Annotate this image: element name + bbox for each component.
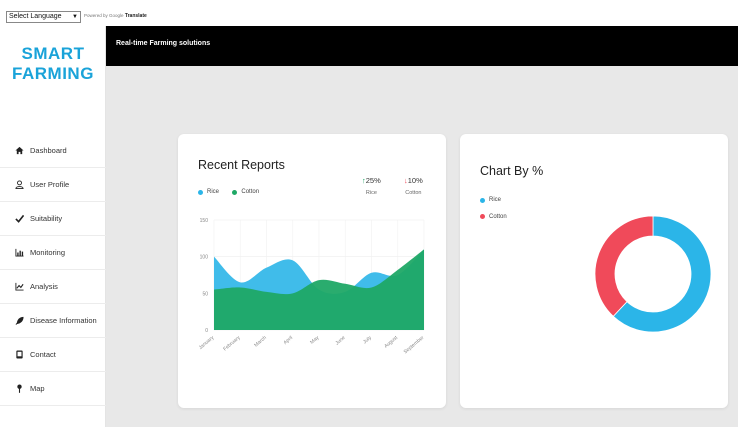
translate-bar: Select Language ▼ Powered by Google Tran… bbox=[0, 0, 738, 26]
sidebar-item-label: Map bbox=[30, 384, 45, 393]
top-bar: Real-time Farming solutions bbox=[106, 26, 738, 66]
chart-by-percent-card: Chart By % Rice Cotton bbox=[460, 134, 728, 408]
x-tick-label: July bbox=[362, 335, 373, 346]
brand-line-2: FARMING bbox=[12, 64, 94, 83]
sidebar-item-analysis[interactable]: Analysis bbox=[0, 270, 106, 304]
user-icon bbox=[14, 180, 25, 189]
y-tick-label: 50 bbox=[202, 291, 208, 297]
powered-by-text: Powered by Google Translate bbox=[84, 13, 147, 19]
sidebar-item-label: User Profile bbox=[30, 180, 70, 189]
x-tick-label: September bbox=[403, 335, 426, 356]
x-tick-label: February bbox=[222, 335, 242, 353]
cotton-slice bbox=[594, 215, 654, 317]
sidebar-item-suitability[interactable]: Suitability bbox=[0, 202, 106, 236]
y-tick-label: 100 bbox=[200, 255, 209, 261]
phone-icon bbox=[14, 350, 25, 359]
sidebar-item-dashboard[interactable]: Dashboard bbox=[0, 134, 106, 168]
sidebar-nav: Dashboard User Profile Suitability Monit… bbox=[0, 134, 106, 406]
x-tick-label: March bbox=[253, 335, 268, 349]
leaf-icon bbox=[14, 316, 25, 325]
chevron-down-icon: ▼ bbox=[72, 14, 78, 20]
translate-link[interactable]: Translate bbox=[125, 13, 147, 19]
sidebar-item-user-profile[interactable]: User Profile bbox=[0, 168, 106, 202]
y-tick-label: 150 bbox=[200, 218, 209, 224]
language-select[interactable]: Select Language ▼ bbox=[6, 11, 81, 23]
bar-chart-icon bbox=[14, 248, 25, 257]
map-pin-icon bbox=[14, 384, 25, 393]
donut-chart bbox=[594, 215, 712, 333]
sidebar-item-label: Contact bbox=[30, 350, 56, 359]
x-tick-label: August bbox=[383, 335, 399, 350]
x-tick-label: January bbox=[198, 335, 216, 351]
language-select-label: Select Language bbox=[9, 13, 62, 20]
powered-by-label: Powered by bbox=[84, 13, 108, 18]
recent-reports-card: Recent Reports Rice Cotton ↑25% Rice ↓10… bbox=[178, 134, 446, 408]
sidebar-item-disease-information[interactable]: Disease Information bbox=[0, 304, 106, 338]
topbar-title: Real-time Farming solutions bbox=[116, 40, 211, 47]
area-chart: 0 50 100 150 January February March April May Jun… bbox=[198, 218, 426, 356]
y-tick-label: 0 bbox=[205, 328, 208, 334]
brand-logo[interactable]: SMART FARMING bbox=[0, 44, 106, 84]
google-label: Google bbox=[109, 13, 124, 18]
sidebar-item-label: Suitability bbox=[30, 214, 63, 223]
brand-line-1: SMART bbox=[21, 44, 85, 63]
sidebar-item-label: Analysis bbox=[30, 282, 58, 291]
sidebar: SMART FARMING Dashboard User Profile Sui… bbox=[0, 26, 106, 427]
x-tick-label: April bbox=[283, 335, 295, 346]
x-tick-label: June bbox=[334, 335, 346, 347]
home-icon bbox=[14, 146, 25, 155]
sidebar-item-label: Monitoring bbox=[30, 248, 66, 257]
sidebar-item-label: Dashboard bbox=[30, 146, 67, 155]
x-tick-label: May bbox=[309, 335, 320, 346]
check-icon bbox=[14, 214, 25, 223]
sidebar-item-map[interactable]: Map bbox=[0, 372, 106, 406]
sidebar-item-contact[interactable]: Contact bbox=[0, 338, 106, 372]
sidebar-item-label: Disease Information bbox=[30, 316, 97, 325]
line-chart-icon bbox=[14, 282, 25, 291]
main-content: Recent Reports Rice Cotton ↑25% Rice ↓10… bbox=[106, 66, 738, 427]
sidebar-item-monitoring[interactable]: Monitoring bbox=[0, 236, 106, 270]
